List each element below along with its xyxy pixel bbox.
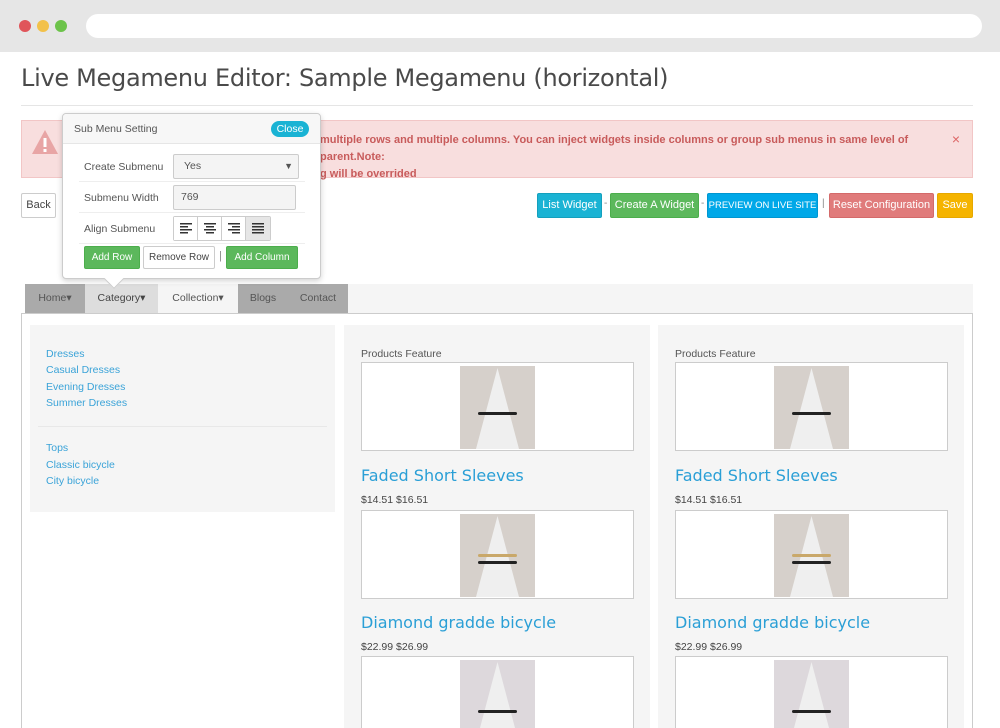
caret-down-icon: ▾ — [140, 292, 146, 304]
create-submenu-value: Yes — [184, 160, 202, 172]
alert-message: multiple rows and multiple columns. You … — [320, 132, 940, 183]
products-feature-label: Products Feature — [361, 348, 442, 360]
preview-live-site-button[interactable]: PREVIEW ON LIVE SITE — [707, 193, 818, 218]
menu-item-home-label: Home — [38, 292, 67, 304]
save-button[interactable]: Save — [937, 193, 973, 218]
submenu-link-dresses[interactable]: Dresses — [46, 348, 85, 360]
menu-item-blogs[interactable]: Blogs — [238, 284, 288, 313]
create-widget-button[interactable]: Create A Widget — [610, 193, 699, 218]
product-photo — [774, 514, 849, 597]
popover-header: Sub Menu Setting Close — [63, 114, 320, 144]
menu-item-collection-label: Collection — [172, 292, 219, 304]
product-photo — [460, 366, 535, 449]
warning-icon — [32, 130, 58, 154]
products-column[interactable]: Products Feature Faded Short Sleeves $14… — [344, 325, 650, 728]
product-price: $14.51 $16.51 — [675, 494, 743, 506]
alert-message-line1: multiple rows and multiple columns. You … — [320, 134, 909, 163]
menu-item-collection[interactable]: Collection▾ — [158, 284, 238, 313]
links-divider — [38, 426, 327, 427]
submenu-width-label: Submenu Width — [84, 192, 159, 204]
menu-item-home[interactable]: Home▾ — [25, 284, 85, 313]
product-image[interactable] — [361, 510, 634, 599]
align-left-icon[interactable] — [174, 217, 198, 240]
product-price: $14.51 $16.51 — [361, 494, 429, 506]
list-widget-button[interactable]: List Widget — [537, 193, 602, 218]
product-title[interactable]: Diamond gradde bicycle — [675, 613, 870, 632]
page: Live Megamenu Editor: Sample Megamenu (h… — [0, 52, 1000, 728]
submenu-width-input[interactable]: 769 — [173, 185, 296, 210]
submenu-link-evening-dresses[interactable]: Evening Dresses — [46, 381, 125, 393]
submenu-link-classic-bicycle[interactable]: Classic bicycle — [46, 459, 115, 471]
product-title[interactable]: Faded Short Sleeves — [675, 466, 838, 485]
create-submenu-row: Create Submenu Yes ▼ — [79, 152, 305, 182]
create-submenu-select[interactable]: Yes ▼ — [173, 154, 299, 179]
title-divider — [21, 105, 973, 106]
megamenu-bar: Home▾ Category▾ Collection▾ Blogs Contac… — [25, 284, 973, 313]
product-photo — [774, 366, 849, 449]
close-window-dot[interactable] — [19, 20, 31, 32]
popover-title: Sub Menu Setting — [74, 123, 158, 135]
product-image[interactable] — [675, 510, 948, 599]
back-button[interactable]: Back — [21, 193, 56, 218]
caret-down-icon: ▾ — [218, 292, 224, 304]
product-photo — [774, 660, 849, 728]
product-price: $22.99 $26.99 — [361, 641, 429, 653]
popover-pipe: | — [219, 250, 222, 262]
menu-item-contact[interactable]: Contact — [288, 284, 348, 313]
submenu-width-row: Submenu Width 769 — [79, 183, 305, 213]
submenu-link-city-bicycle[interactable]: City bicycle — [46, 475, 99, 487]
caret-down-icon: ▾ — [66, 292, 72, 304]
align-right-icon[interactable] — [222, 217, 246, 240]
align-submenu-label: Align Submenu — [84, 223, 156, 235]
reset-configuration-button[interactable]: Reset Configuration — [829, 193, 934, 218]
product-image[interactable] — [361, 362, 634, 451]
submenu-link-casual-dresses[interactable]: Casual Dresses — [46, 364, 120, 376]
align-center-icon[interactable] — [198, 217, 222, 240]
product-title[interactable]: Diamond gradde bicycle — [361, 613, 556, 632]
product-photo — [460, 514, 535, 597]
alert-message-line2: g will be overrided — [320, 168, 417, 180]
product-image[interactable] — [675, 656, 948, 728]
toolbar-separator: - — [604, 198, 608, 209]
products-feature-label: Products Feature — [675, 348, 756, 360]
remove-row-button[interactable]: Remove Row — [143, 246, 215, 269]
menu-item-category-label: Category — [97, 292, 141, 304]
alert-close-icon[interactable]: × — [952, 131, 960, 147]
align-button-group — [173, 216, 271, 241]
select-caret-icon: ▼ — [284, 161, 293, 171]
submenu-setting-popover: Sub Menu Setting Close Create Submenu Ye… — [62, 113, 321, 289]
add-row-button[interactable]: Add Row — [84, 246, 140, 269]
toolbar-separator: - — [701, 198, 705, 209]
create-submenu-label: Create Submenu — [84, 161, 164, 173]
toolbar-pipe: | — [822, 198, 825, 209]
product-photo — [460, 660, 535, 728]
address-bar[interactable] — [86, 14, 982, 38]
submenu-link-tops[interactable]: Tops — [46, 442, 68, 454]
maximize-window-dot[interactable] — [55, 20, 67, 32]
submenu-link-summer-dresses[interactable]: Summer Dresses — [46, 397, 127, 409]
align-justify-icon[interactable] — [246, 217, 270, 240]
minimize-window-dot[interactable] — [37, 20, 49, 32]
browser-chrome — [0, 0, 1000, 52]
products-column[interactable]: Products Feature Faded Short Sleeves $14… — [658, 325, 964, 728]
align-submenu-row: Align Submenu — [79, 214, 305, 244]
product-image[interactable] — [361, 656, 634, 728]
submenu-panel: Dresses Casual Dresses Evening Dresses S… — [21, 313, 973, 728]
popover-close-button[interactable]: Close — [271, 121, 309, 137]
product-price: $22.99 $26.99 — [675, 641, 743, 653]
submenu-links-column[interactable]: Dresses Casual Dresses Evening Dresses S… — [30, 325, 335, 512]
menu-item-category[interactable]: Category▾ — [85, 284, 158, 313]
product-image[interactable] — [675, 362, 948, 451]
add-column-button[interactable]: Add Column — [226, 246, 298, 269]
page-title: Live Megamenu Editor: Sample Megamenu (h… — [21, 64, 669, 92]
product-title[interactable]: Faded Short Sleeves — [361, 466, 524, 485]
